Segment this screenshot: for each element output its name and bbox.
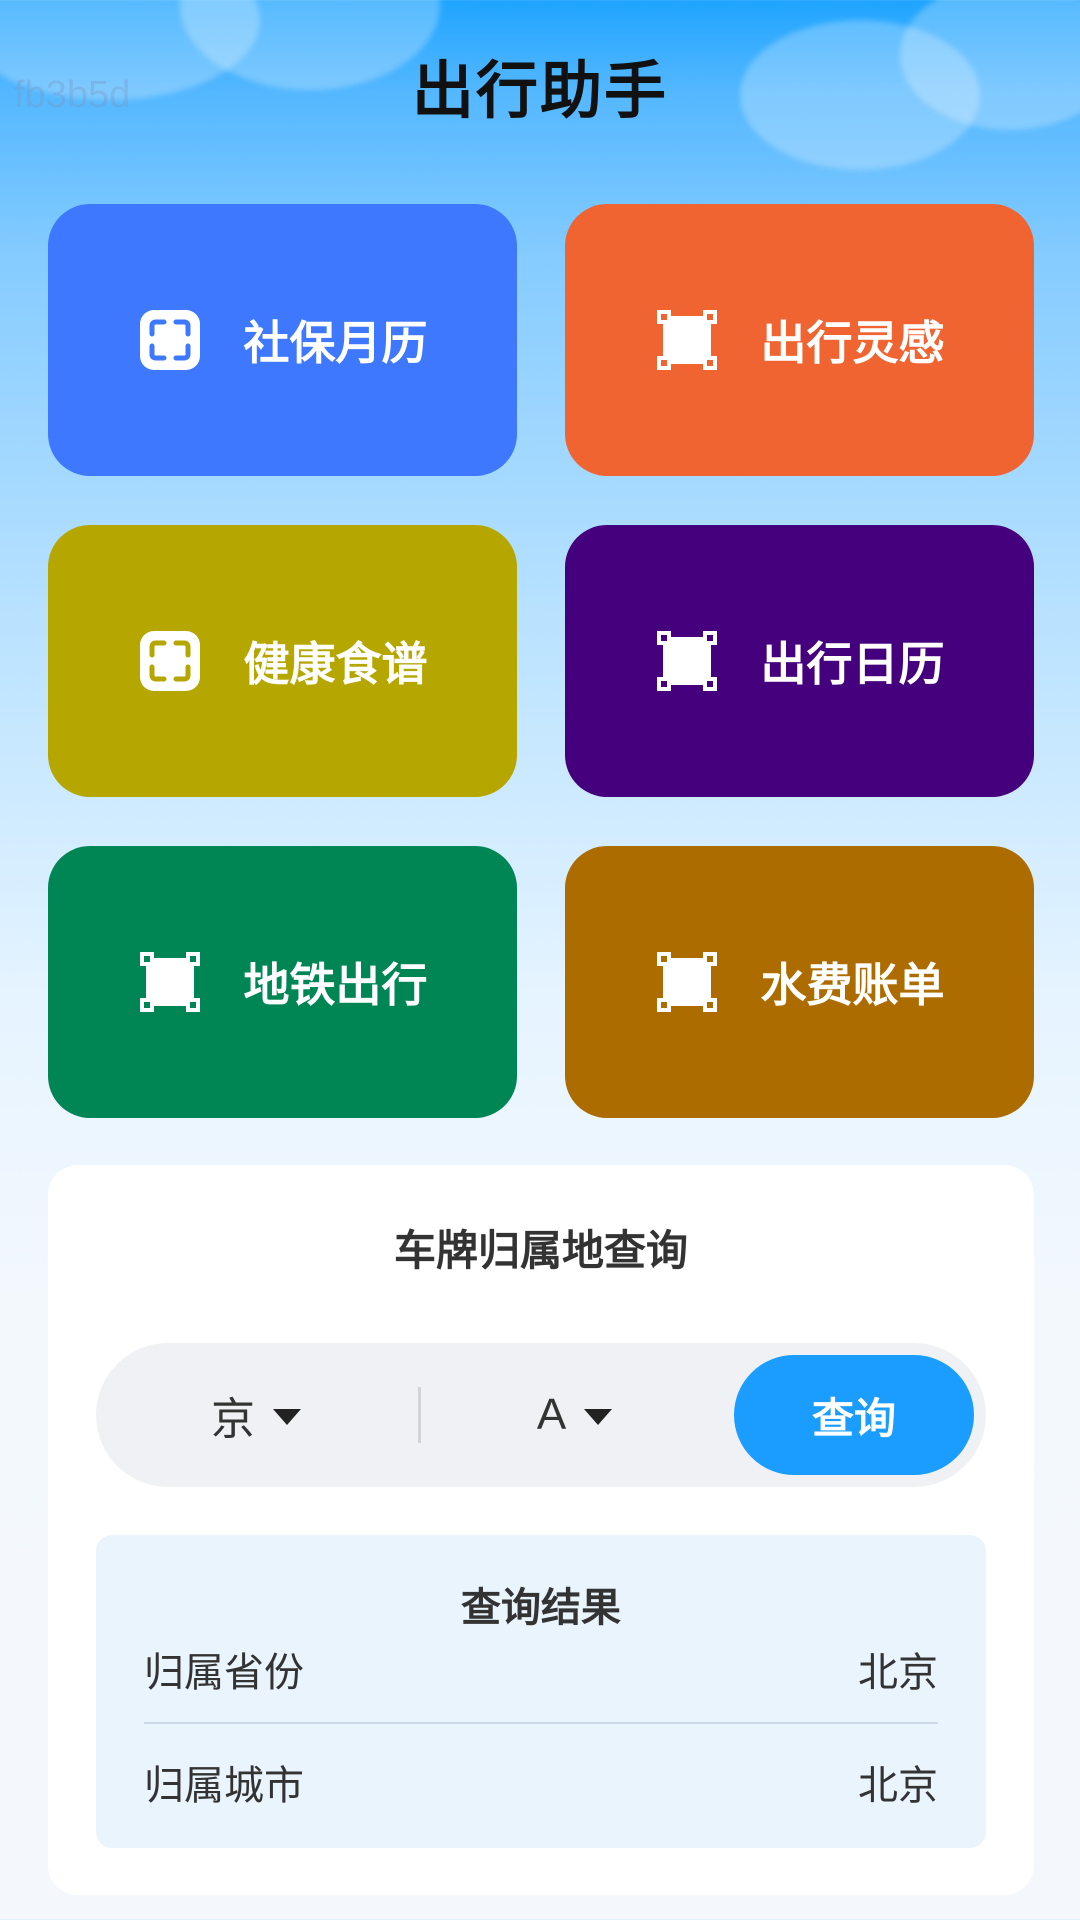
letter-value: A (536, 1390, 567, 1439)
square-corners-icon (655, 308, 719, 372)
caret-down-icon (584, 1409, 613, 1425)
tile-travel-calendar[interactable]: 出行日历 (565, 525, 1034, 797)
result-label: 归属省份 (144, 1650, 304, 1696)
letter-select[interactable]: A (422, 1343, 727, 1487)
tile-label: 出行日历 (760, 637, 945, 691)
result-label: 归属城市 (144, 1763, 304, 1809)
tile-label: 地铁出行 (243, 958, 428, 1012)
result-row-city: 归属城市 北京 (144, 1752, 938, 1812)
result-value: 北京 (858, 1650, 938, 1696)
result-panel: 查询结果 归属省份 北京 归属城市 北京 (96, 1535, 986, 1848)
tile-label: 社保月历 (243, 316, 428, 370)
tile-social-security-calendar[interactable]: 社保月历 (48, 204, 517, 476)
square-corners-icon (655, 950, 719, 1014)
province-select[interactable]: 京 (96, 1343, 416, 1487)
divider (144, 1722, 938, 1724)
square-corners-icon (655, 629, 719, 693)
tile-label: 出行灵感 (760, 316, 945, 370)
plate-query-title: 车牌归属地查询 (393, 1226, 688, 1275)
tile-water-bill[interactable]: 水费账单 (565, 846, 1034, 1118)
plate-query-bar: 京 A 查询 (96, 1343, 986, 1487)
result-title: 查询结果 (461, 1585, 621, 1631)
tile-healthy-recipes[interactable]: 健康食谱 (48, 525, 517, 797)
feature-grid: 社保月历 出行灵感 健康食谱 出行日历 地铁出行 水费账单 (48, 204, 1034, 1118)
result-value: 北京 (858, 1763, 938, 1809)
tile-travel-inspiration[interactable]: 出行灵感 (565, 204, 1034, 476)
plate-query-card: 车牌归属地查询 京 A 查询 查询结果 归属省份 北京 归属城市 北京 (48, 1165, 1034, 1895)
square-corners-icon (138, 950, 202, 1014)
province-value: 京 (211, 1394, 255, 1445)
tile-label: 健康食谱 (243, 637, 428, 691)
result-row-province: 归属省份 北京 (144, 1639, 938, 1699)
tile-label: 水费账单 (760, 958, 945, 1012)
tile-metro-travel[interactable]: 地铁出行 (48, 846, 517, 1118)
divider (418, 1387, 421, 1443)
scan-frame-icon (138, 308, 202, 372)
page-title: 出行助手 (411, 54, 668, 127)
caret-down-icon (273, 1409, 301, 1425)
query-button[interactable]: 查询 (734, 1355, 974, 1475)
scan-frame-icon (138, 629, 202, 693)
